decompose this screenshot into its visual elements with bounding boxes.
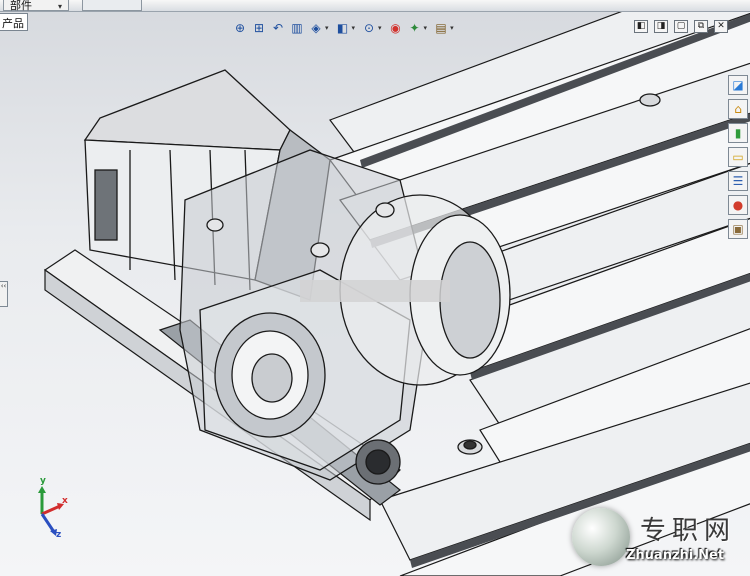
watermark-chinese: 专职网 bbox=[640, 516, 737, 546]
solidworks-resources-icon[interactable]: ◪ bbox=[728, 75, 748, 95]
tab-parts-label: 部件 bbox=[10, 0, 32, 12]
minimize-icon[interactable]: ▢ bbox=[674, 20, 688, 33]
panel-collapse-handle[interactable]: ‹‹ bbox=[0, 281, 8, 307]
zoom-to-area-icon[interactable]: ⊞ bbox=[251, 20, 267, 36]
apply-scene-icon[interactable]: ✦ bbox=[407, 20, 423, 36]
document-window-controls: ◧ ◨ ▢ ⧉ ✕ bbox=[634, 20, 728, 33]
restore-icon[interactable]: ⧉ bbox=[694, 20, 708, 33]
custom-properties-icon[interactable]: ▣ bbox=[728, 219, 748, 239]
chevron-down-icon[interactable]: ▾ bbox=[450, 24, 454, 32]
view-palette-glyph: ▭ bbox=[732, 150, 744, 164]
cad-model-assembly[interactable] bbox=[0, 0, 750, 576]
view-settings-icon[interactable]: ▤ bbox=[433, 20, 449, 36]
watermark-ball-icon bbox=[572, 508, 630, 566]
coordinate-triad: y x z bbox=[26, 476, 76, 544]
tab-secondary[interactable] bbox=[82, 0, 142, 11]
triad-z-label: z bbox=[56, 530, 62, 540]
solidworks-resources-glyph: ◪ bbox=[732, 78, 744, 92]
watermark-domain: Zhuanzhi.Net bbox=[626, 548, 725, 563]
feature-tree-tab[interactable]: 产品 bbox=[0, 13, 28, 31]
custom-properties-glyph: ▣ bbox=[732, 222, 744, 236]
chevron-down-icon[interactable]: ▾ bbox=[424, 24, 428, 32]
blur-patch bbox=[300, 280, 450, 302]
close-icon[interactable]: ✕ bbox=[714, 20, 728, 33]
edit-appearance-icon[interactable]: ◉ bbox=[388, 20, 404, 36]
search-glyph: ☰ bbox=[732, 174, 744, 188]
chevron-down-icon[interactable]: ▾ bbox=[352, 24, 356, 32]
appearances-glyph: ● bbox=[732, 198, 744, 212]
previous-view-icon[interactable]: ↶ bbox=[270, 20, 286, 36]
triad-axes-icon bbox=[38, 486, 64, 536]
search-icon[interactable]: ☰ bbox=[728, 171, 748, 191]
file-explorer-glyph: ▮ bbox=[734, 126, 742, 140]
tile-left-icon[interactable]: ◧ bbox=[634, 20, 648, 33]
tile-right-icon[interactable]: ◨ bbox=[654, 20, 668, 33]
triad-y-label: y bbox=[40, 476, 46, 486]
graphics-area[interactable]: 部件 ▾ 产品 ⊕ ⊞ ↶ ▥ ◈ ▾ ◧ ▾ ⊙ ▾ ◉ ✦ ▾ ▤ ▾ ◧ ◨ ▢ ⧉ … bbox=[0, 0, 750, 576]
watermark-logo: 专职网 Zhuanzhi.Net bbox=[568, 506, 748, 574]
zoom-to-fit-icon[interactable]: ⊕ bbox=[232, 20, 248, 36]
section-view-icon[interactable]: ▥ bbox=[289, 20, 305, 36]
top-tab-bar: 部件 ▾ bbox=[0, 0, 750, 12]
chevron-down-icon[interactable]: ▾ bbox=[58, 2, 62, 11]
design-library-glyph: ⌂ bbox=[734, 102, 742, 116]
file-explorer-icon[interactable]: ▮ bbox=[728, 123, 748, 143]
hide-show-items-icon[interactable]: ⊙ bbox=[361, 20, 377, 36]
feature-tree-label: 产品 bbox=[2, 17, 24, 30]
appearances-icon[interactable]: ● bbox=[728, 195, 748, 215]
view-orientation-icon[interactable]: ◈ bbox=[308, 20, 324, 36]
design-library-icon[interactable]: ⌂ bbox=[728, 99, 748, 119]
display-style-icon[interactable]: ◧ bbox=[335, 20, 351, 36]
chevron-down-icon[interactable]: ▾ bbox=[325, 24, 329, 32]
heads-up-view-toolbar: ⊕ ⊞ ↶ ▥ ◈ ▾ ◧ ▾ ⊙ ▾ ◉ ✦ ▾ ▤ ▾ bbox=[232, 17, 457, 39]
task-pane-tabs: ◪ ⌂ ▮ ▭ ☰ ● ▣ bbox=[728, 75, 748, 239]
connector bbox=[94, 169, 118, 241]
chevron-down-icon[interactable]: ▾ bbox=[378, 24, 382, 32]
view-palette-icon[interactable]: ▭ bbox=[728, 147, 748, 167]
triad-x-label: x bbox=[62, 496, 68, 506]
chevron-left-icon: ‹‹ bbox=[0, 282, 7, 290]
tab-parts[interactable]: 部件 ▾ bbox=[3, 0, 70, 12]
